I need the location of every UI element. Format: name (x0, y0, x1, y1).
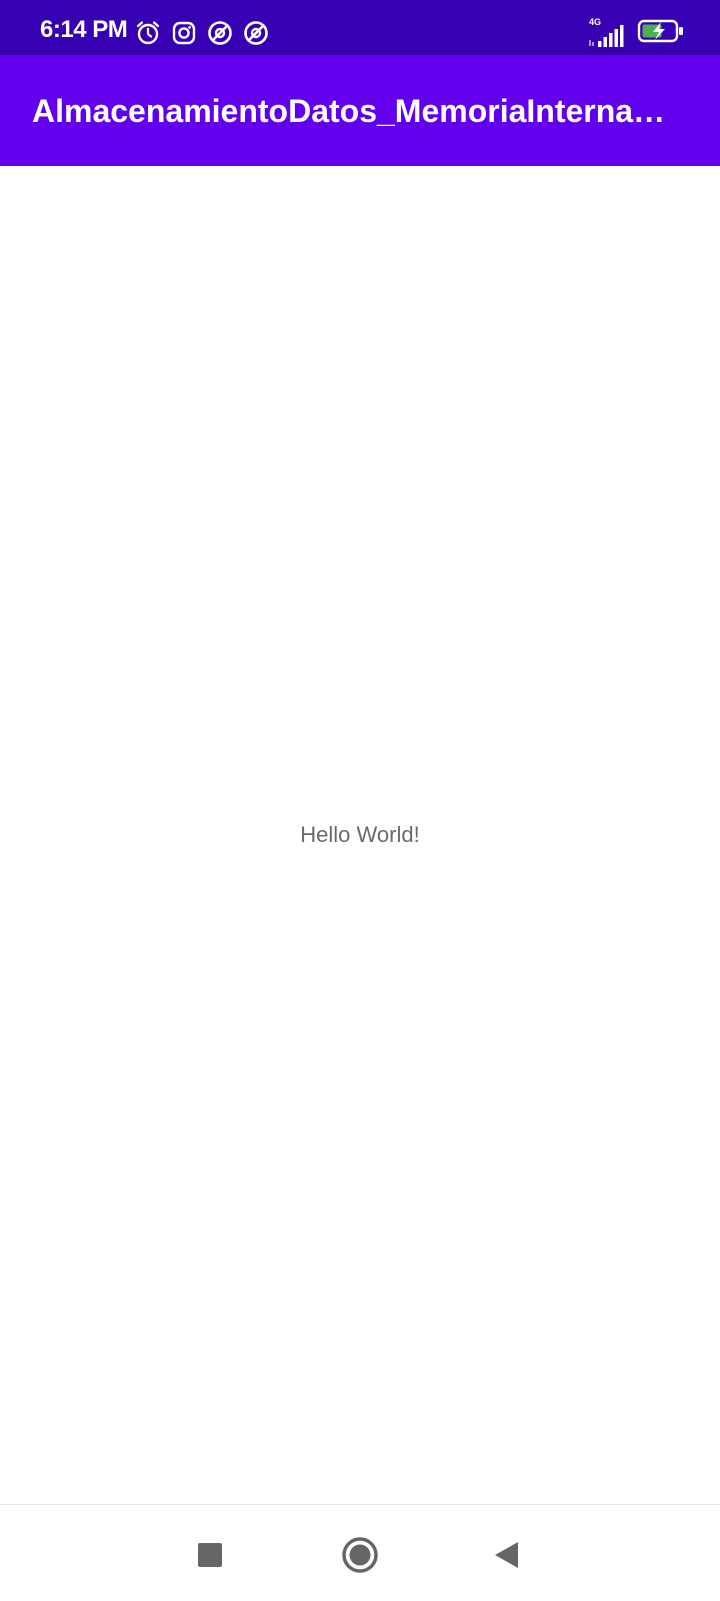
circle-icon (342, 1537, 378, 1573)
status-time: 6:14 PM (40, 16, 128, 43)
status-bar: 6:14 PM 4G (0, 0, 720, 55)
back-button[interactable] (477, 1525, 537, 1585)
app-bar: AlmacenamientoDatos_MemoriaInterna_A... (0, 55, 720, 166)
app-notification-icon (207, 20, 233, 46)
back-triangle-icon (495, 1542, 518, 1568)
app-notification-icon (243, 20, 269, 46)
instagram-icon (171, 20, 197, 46)
main-content: Hello World! (0, 166, 720, 1504)
system-icons: 4G (587, 17, 685, 49)
alarm-icon (135, 20, 161, 46)
hello-world-text: Hello World! (300, 822, 420, 847)
recents-button[interactable] (180, 1525, 240, 1585)
home-button[interactable] (330, 1525, 390, 1585)
app-title: AlmacenamientoDatos_MemoriaInterna_A... (32, 93, 672, 129)
navigation-bar (0, 1504, 720, 1601)
notification-icons (135, 20, 269, 46)
signal-icon: 4G (587, 17, 629, 48)
square-icon (198, 1543, 222, 1567)
battery-charging-icon (637, 18, 685, 49)
